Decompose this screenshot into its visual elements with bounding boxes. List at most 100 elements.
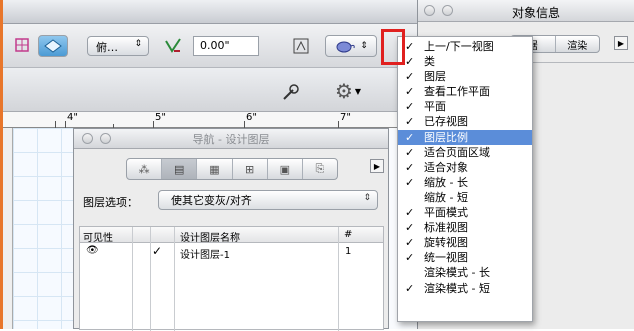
tab-sheet-layers[interactable]: ▦ [197, 159, 233, 179]
menu-item[interactable]: ✓ 平面模式 [398, 205, 532, 220]
layer-table: 可见性 设计图层名称 # 👁 ✓ 设计图层-1 1 [79, 226, 384, 331]
column-visibility[interactable]: 可见性 [83, 229, 113, 244]
navigation-palette-titlebar[interactable]: 导航 - 设计图层 [74, 129, 388, 149]
object-info-title: 对象信息 [512, 6, 561, 20]
highlight-box [381, 29, 405, 65]
check-icon: ✓ [405, 85, 415, 99]
menu-item[interactable]: ✓ 适合页面区域 [398, 145, 532, 160]
close-button[interactable] [424, 5, 435, 16]
menu-item[interactable]: 缩放 - 短 [398, 190, 532, 205]
ruler-label: 7" [340, 112, 351, 123]
menu-item[interactable]: ✓ 平面 [398, 99, 532, 114]
horizontal-ruler: 4" 5" 6" 7" [3, 112, 417, 128]
palette-menu-button[interactable]: ▶ [370, 159, 384, 173]
secondary-toolbar: ⚙ ▼ [3, 68, 417, 112]
check-icon: ✓ [405, 281, 415, 295]
column-layer-name[interactable]: 设计图层名称 [180, 229, 240, 244]
menu-item-label: 旋转视图 [424, 236, 468, 250]
gear-icon[interactable]: ⚙ ▼ [333, 79, 363, 103]
dropdown-arrows-icon: ⇕ [360, 41, 368, 51]
tab-classes[interactable]: ⁂ [127, 159, 163, 179]
menu-item-label: 图层 [424, 70, 446, 84]
palette-menu-button[interactable]: ▶ [614, 36, 628, 50]
view-toolbar: 俯… ⇕ 0.00" ⇕ [3, 24, 417, 68]
menu-item-label: 缩放 - 短 [424, 190, 468, 204]
menu-item[interactable]: ✓ 上一/下一视图 [398, 39, 532, 54]
snap-settings-icon[interactable] [287, 36, 317, 56]
main-window-titlebar [3, 0, 417, 24]
menu-item[interactable]: ✓ 已存视图 [398, 114, 532, 129]
sheet-icon: ▦ [209, 162, 220, 176]
table-row[interactable]: 👁 ✓ 设计图层-1 1 [80, 243, 383, 261]
dropdown-arrows-icon: ⇕ [363, 193, 371, 203]
check-icon: ✓ [405, 206, 415, 220]
toolbar-items-menu: ✓ 上一/下一视图 ✓ 类 ✓ 图层 ✓ 查看工作平面 ✓ 平面 ✓ 已存视图 ✓ 图层比例 … [397, 36, 533, 322]
check-icon: ✓ [405, 55, 415, 69]
saved-view-icon: ▣ [279, 162, 290, 176]
menu-item[interactable]: ✓ 渲染模式 - 短 [398, 281, 532, 296]
flyover-tool-icon[interactable] [280, 82, 302, 102]
check-icon: ✓ [405, 160, 415, 174]
check-icon: ✓ [405, 115, 415, 129]
tab-references[interactable]: ⎘ [303, 159, 337, 179]
layer-options-select[interactable]: 使其它变灰/对齐 ⇕ [158, 190, 378, 210]
menu-item[interactable]: ✓ 类 [398, 54, 532, 69]
layer-number: 1 [345, 246, 352, 257]
check-icon: ✓ [405, 70, 415, 84]
active-layer-check: ✓ [152, 244, 163, 258]
render-mode-dropdown[interactable]: ⇕ [325, 35, 377, 57]
check-icon: ✓ [405, 175, 415, 189]
view-dropdown[interactable]: 俯… ⇕ [87, 36, 149, 56]
object-info-titlebar[interactable]: 对象信息 [418, 0, 634, 22]
menu-item[interactable]: ✓ 旋转视图 [398, 235, 532, 250]
menu-item[interactable]: ✓ 缩放 - 长 [398, 175, 532, 190]
menu-item-label: 上一/下一视图 [424, 40, 494, 53]
minimize-button[interactable] [442, 5, 453, 16]
menu-item-label: 标准视图 [424, 221, 468, 235]
minimize-button[interactable] [100, 133, 111, 144]
classes-icon: ⁂ [138, 162, 150, 176]
menu-item[interactable]: ✓ 标准视图 [398, 220, 532, 235]
menu-item-label: 统一视图 [424, 251, 468, 265]
menu-item-label: 平面模式 [424, 206, 468, 220]
menu-item-label: 缩放 - 长 [424, 175, 468, 189]
check-icon: ✓ [405, 251, 415, 265]
layer-frame-icon[interactable] [13, 36, 31, 54]
layer-name: 设计图层-1 [180, 250, 230, 261]
tab-viewports[interactable]: ⊞ [233, 159, 268, 179]
menu-item-label: 查看工作平面 [424, 85, 490, 99]
plane-icon [44, 39, 62, 53]
menu-item-label: 图层比例 [424, 130, 468, 144]
menu-item[interactable]: ✓ 适合对象 [398, 160, 532, 175]
menu-item[interactable]: ✓ 统一视图 [398, 250, 532, 265]
menu-item-label: 适合页面区域 [424, 145, 490, 159]
menu-item[interactable]: ✓ 查看工作平面 [398, 84, 532, 99]
vertical-ruler [3, 128, 13, 329]
check-icon: ✓ [405, 100, 415, 114]
menu-item-label: 适合对象 [424, 160, 468, 174]
ruler-label: 6" [246, 112, 257, 123]
dropdown-arrows-icon: ⇕ [134, 39, 142, 49]
close-button[interactable] [82, 133, 93, 144]
dimension-tool-icon[interactable] [163, 36, 183, 56]
menu-item[interactable]: 渲染模式 - 长 [398, 265, 532, 280]
menu-item-selected[interactable]: ✓ 图层比例 [398, 129, 532, 145]
menu-item-label: 渲染模式 - 长 [424, 266, 490, 280]
drawing-grid[interactable] [13, 128, 73, 329]
layers-icon: ▤ [174, 162, 185, 176]
eye-icon[interactable]: 👁 [86, 245, 99, 256]
menu-item-label: 已存视图 [424, 115, 468, 129]
tab-render[interactable]: 渲染 [556, 36, 600, 52]
check-icon: ✓ [405, 221, 415, 235]
menu-item[interactable]: ✓ 图层 [398, 69, 532, 84]
check-icon: ✓ [405, 40, 415, 53]
working-plane-button[interactable] [38, 35, 68, 57]
menu-item-label: 类 [424, 55, 435, 69]
column-number[interactable]: # [344, 229, 352, 240]
menu-item-label: 平面 [424, 100, 446, 114]
layer-options-label: 图层选项： [83, 196, 138, 209]
view-dropdown-value: 俯… [96, 41, 118, 54]
tab-saved-views[interactable]: ▣ [268, 159, 303, 179]
tab-layers[interactable]: ▤ [162, 159, 198, 179]
dimension-field[interactable]: 0.00" [193, 36, 259, 56]
